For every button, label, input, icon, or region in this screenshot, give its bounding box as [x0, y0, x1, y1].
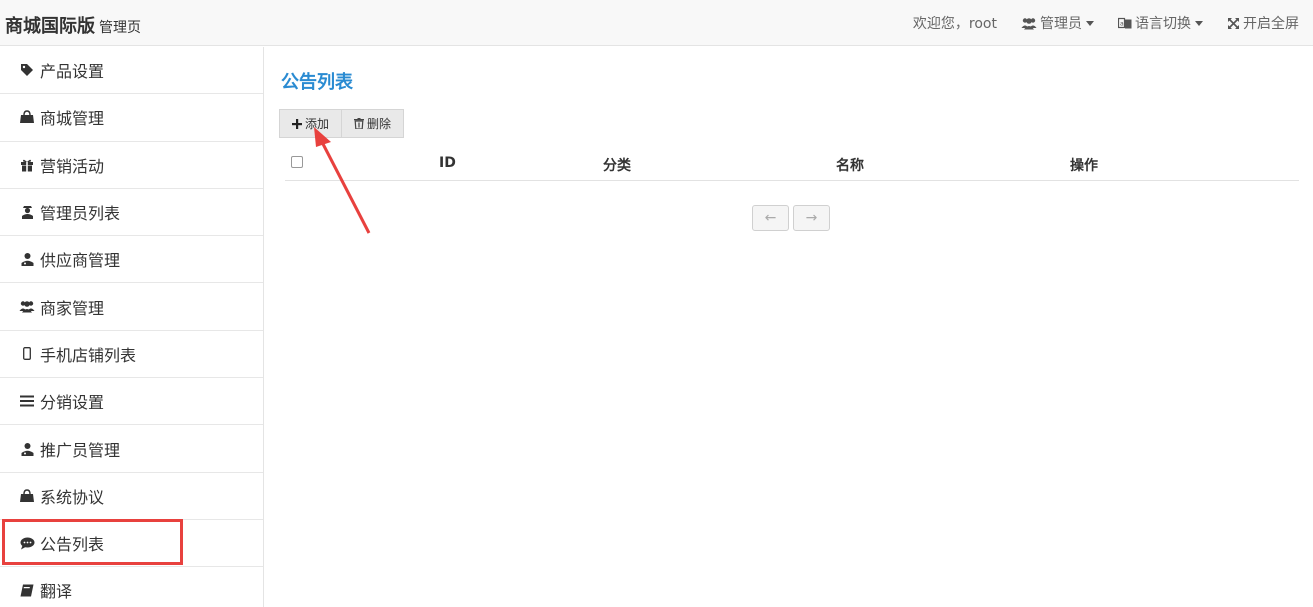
- sidebar-item-admin-list[interactable]: 管理员列表: [0, 189, 263, 237]
- user-md-icon: [18, 252, 36, 267]
- expand-icon: [1227, 17, 1240, 30]
- language-menu-label: 语言切换: [1135, 16, 1191, 32]
- sidebar-item-promoter-management[interactable]: 推广员管理: [0, 425, 263, 473]
- delete-button[interactable]: 删除: [342, 109, 405, 138]
- sidebar-item-label: 推广员管理: [40, 440, 121, 460]
- add-button[interactable]: 添加: [279, 109, 343, 138]
- tag-icon: [18, 63, 36, 77]
- comment-icon: [18, 537, 36, 550]
- users-icon: [1021, 17, 1037, 30]
- sidebar-item-label: 公告列表: [40, 535, 105, 555]
- sidebar-item-label: 商城管理: [40, 109, 105, 129]
- top-nav-menu: 欢迎您，root 管理员 a 语言切换 开启全屏: [913, 0, 1299, 46]
- user-md-icon: [18, 442, 36, 456]
- sidebar-item-label: 商家管理: [40, 298, 105, 318]
- announcement-table: ID 分类 名称 操作: [285, 148, 1299, 181]
- admin-dropdown[interactable]: 管理员: [1021, 13, 1094, 33]
- sidebar-item-label: 管理员列表: [40, 204, 121, 224]
- language-icon: a: [1118, 17, 1132, 30]
- sidebar-item-supplier-management[interactable]: 供应商管理: [0, 236, 263, 284]
- sidebar-item-marketing[interactable]: 营销活动: [0, 142, 263, 189]
- bars-icon: [18, 395, 36, 407]
- sidebar-item-system-agreement[interactable]: 系统协议: [0, 473, 263, 520]
- sidebar-item-product-settings[interactable]: 产品设置: [0, 47, 263, 95]
- fullscreen-button[interactable]: 开启全屏: [1227, 13, 1299, 33]
- select-all-checkbox[interactable]: [291, 156, 303, 168]
- svg-text:a: a: [1120, 20, 1124, 27]
- book-icon: [18, 584, 36, 597]
- next-page-button[interactable]: →: [793, 205, 830, 231]
- column-header-actions: 操作: [1070, 158, 1098, 174]
- sidebar-item-mobile-shops[interactable]: 手机店铺列表: [0, 331, 263, 379]
- caret-down-icon: [1086, 20, 1094, 26]
- caret-down-icon: [1195, 20, 1203, 26]
- page-title: 公告列表: [281, 72, 353, 93]
- welcome-text: 欢迎您，root: [913, 13, 997, 33]
- sidebar-item-announcement-list[interactable]: 公告列表: [0, 520, 263, 568]
- sidebar-item-merchant-management[interactable]: 商家管理: [0, 283, 263, 331]
- column-header-id: ID: [439, 155, 456, 171]
- main-content: 公告列表 添加 删除 ID 分类 名称 操作 ← →: [264, 47, 1313, 607]
- add-button-label: 添加: [305, 117, 330, 131]
- toolbar: 添加 删除: [279, 109, 405, 138]
- sidebar-item-label: 产品设置: [40, 62, 105, 82]
- fullscreen-label: 开启全屏: [1243, 16, 1299, 32]
- shopping-bag-icon: [18, 110, 36, 124]
- brand-title: 商城国际版: [5, 16, 95, 37]
- brand[interactable]: 商城国际版 管理页: [5, 12, 141, 38]
- sidebar: 产品设置 商城管理 营销活动 管理员列表 供应商管理 商家管理 手机店铺列表 分…: [0, 47, 264, 607]
- language-dropdown[interactable]: a 语言切换: [1118, 13, 1203, 33]
- user-secret-icon: [18, 205, 36, 220]
- plus-icon: [292, 118, 302, 129]
- welcome-label: 欢迎您，root: [912, 16, 997, 32]
- prev-page-button[interactable]: ←: [752, 205, 789, 231]
- brand-subtitle: 管理页: [99, 20, 141, 36]
- column-header-name: 名称: [836, 158, 864, 174]
- column-header-category: 分类: [603, 158, 631, 174]
- sidebar-item-label: 分销设置: [40, 393, 105, 413]
- pagination: ← →: [752, 205, 830, 231]
- sidebar-item-label: 营销活动: [40, 156, 105, 176]
- sidebar-item-translation[interactable]: 翻译: [0, 567, 263, 607]
- sidebar-item-label: 手机店铺列表: [40, 345, 137, 365]
- sidebar-item-distribution-settings[interactable]: 分销设置: [0, 378, 263, 426]
- table-header: ID 分类 名称 操作: [285, 148, 1299, 181]
- top-navbar: 商城国际版 管理页 欢迎您，root 管理员 a 语言切换 开启全屏: [0, 0, 1313, 46]
- admin-menu-label: 管理员: [1040, 16, 1082, 32]
- trash-icon: [354, 118, 365, 129]
- sidebar-item-label: 翻译: [40, 582, 73, 602]
- sidebar-item-mall-management[interactable]: 商城管理: [0, 94, 263, 142]
- shopping-bag-icon: [18, 489, 36, 503]
- mobile-icon: [18, 347, 36, 361]
- sidebar-item-label: 供应商管理: [40, 251, 121, 271]
- delete-button-label: 删除: [367, 117, 392, 131]
- gift-icon: [18, 158, 36, 172]
- users-icon: [18, 300, 36, 313]
- sidebar-item-label: 系统协议: [40, 487, 105, 507]
